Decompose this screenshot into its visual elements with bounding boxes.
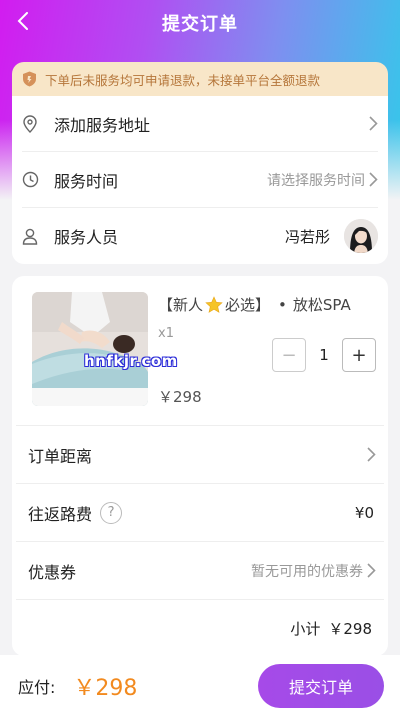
add-address-label: 添加服务地址 <box>54 115 151 135</box>
refund-notice: 下单后未服务均可申请退款，未接单平台全额退款 <box>12 62 388 96</box>
bottom-pay-bar: 应付: ￥298 提交订单 <box>0 655 400 717</box>
service-time-row[interactable]: 服务时间 请选择服务时间 <box>22 152 378 208</box>
chevron-right-icon <box>369 172 378 187</box>
person-icon <box>22 228 44 245</box>
back-icon <box>16 12 30 34</box>
star-icon <box>205 295 223 314</box>
product-quantity-tag: x1 <box>158 326 174 341</box>
service-time-label: 服务时间 <box>54 171 119 191</box>
travel-fee-row: 往返路费 ? ¥0 <box>16 484 384 542</box>
top-navigation-bar: 提交订单 <box>0 0 400 46</box>
service-staff-row[interactable]: 服务人员 冯若彤 <box>22 208 378 264</box>
service-info-card: 添加服务地址 服务时间 请选择服务时间 服务人员 冯若彤 <box>12 96 388 264</box>
product-name-dot: • <box>278 295 287 314</box>
product-name-prefix: 【新人 <box>158 296 204 314</box>
product-price: ￥298 <box>158 388 202 406</box>
quantity-value: 1 <box>319 346 329 364</box>
chevron-right-icon <box>369 116 378 131</box>
product-name-suffix: 必选】 <box>225 296 271 314</box>
back-button[interactable] <box>6 6 40 40</box>
submit-order-button[interactable]: 提交订单 <box>258 664 384 708</box>
quantity-stepper: − 1 + <box>272 338 376 372</box>
service-staff-label: 服务人员 <box>54 228 119 247</box>
travel-fee-label-group: 往返路费 ? <box>28 501 355 525</box>
chevron-right-icon <box>367 447 376 462</box>
product-service-name: 放松SPA <box>292 296 351 314</box>
travel-fee-value: ¥0 <box>354 503 374 522</box>
product-item: hnfkjr.com 【新人 必选】 • 放松SPA x1 ￥298 − 1 + <box>16 276 384 426</box>
product-name: 【新人 必选】 • 放松SPA <box>158 294 351 315</box>
coupon-value: 暂无可用的优惠券 <box>251 563 363 580</box>
location-icon <box>22 114 44 133</box>
clock-icon <box>22 171 44 188</box>
refund-notice-text: 下单后未服务均可申请退款，未接单平台全额退款 <box>45 72 321 88</box>
staff-avatar <box>344 219 378 253</box>
decrease-quantity-button[interactable]: − <box>272 338 306 372</box>
product-image <box>32 292 148 406</box>
staff-name: 冯若彤 <box>284 227 330 246</box>
increase-quantity-button[interactable]: + <box>342 338 376 372</box>
shield-icon <box>22 71 37 87</box>
travel-fee-label: 往返路费 <box>28 504 93 524</box>
order-card: hnfkjr.com 【新人 必选】 • 放松SPA x1 ￥298 − 1 +… <box>12 276 388 656</box>
subtotal-label: 小计 <box>290 619 321 638</box>
help-icon[interactable]: ? <box>100 501 123 524</box>
service-time-placeholder: 请选择服务时间 <box>267 172 365 189</box>
order-distance-label: 订单距离 <box>28 446 93 466</box>
coupon-label: 优惠券 <box>28 562 77 582</box>
watermark-text: hnfkjr.com <box>84 352 178 370</box>
coupon-row[interactable]: 优惠券 暂无可用的优惠券 <box>16 542 384 600</box>
pay-amount: ￥298 <box>73 676 138 701</box>
pay-label: 应付: <box>18 678 56 697</box>
subtotal-value: ￥298 <box>328 619 372 638</box>
page-title: 提交订单 <box>162 14 238 35</box>
add-address-row[interactable]: 添加服务地址 <box>22 96 378 152</box>
subtotal-row: 小计 ￥298 <box>16 600 384 656</box>
chevron-right-icon <box>367 563 376 578</box>
order-distance-row[interactable]: 订单距离 <box>16 426 384 484</box>
